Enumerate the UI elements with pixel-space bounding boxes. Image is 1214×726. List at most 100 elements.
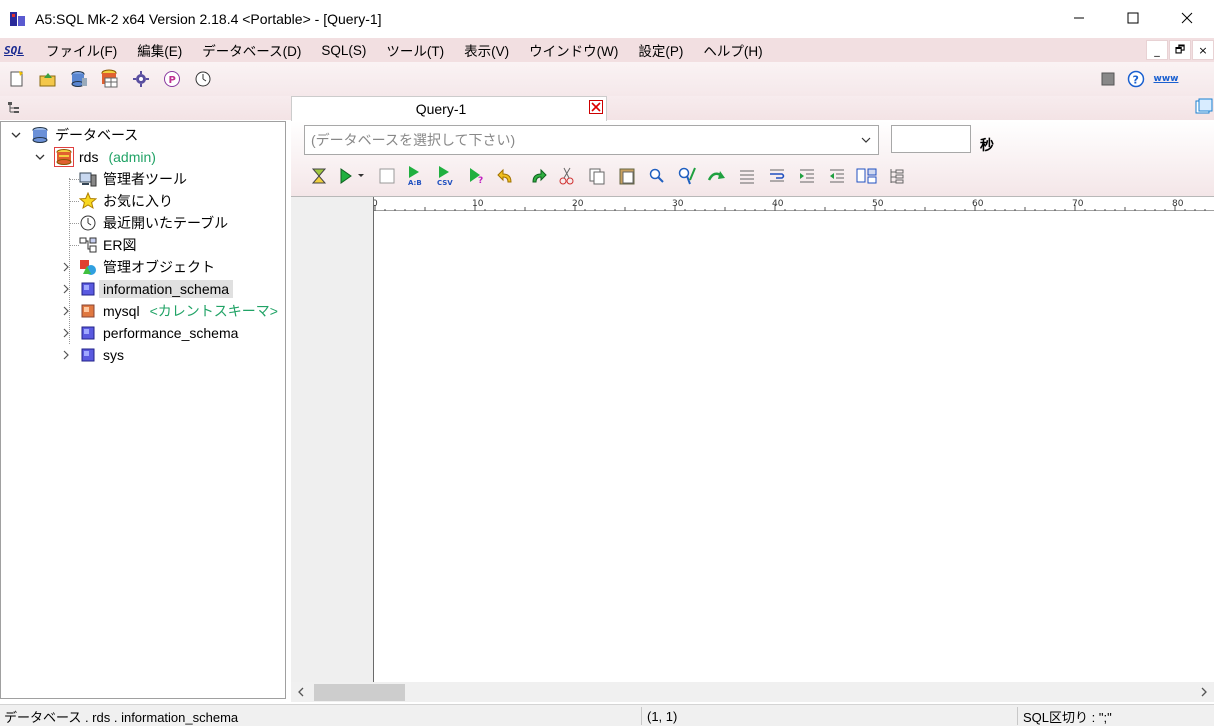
new-file-icon: [10, 71, 23, 87]
explain-button[interactable]: ?: [466, 165, 488, 187]
menu-file[interactable]: ファイル(F): [36, 38, 127, 62]
database-select[interactable]: (データベースを選択して下さい): [304, 125, 879, 155]
stop-all-button[interactable]: [1096, 68, 1120, 90]
tree-node-databases[interactable]: データベース: [9, 124, 138, 146]
tree-node-recent-tables[interactable]: 最近開いたテーブル: [79, 212, 228, 234]
tab-close-button[interactable]: [589, 100, 603, 114]
scroll-left-button[interactable]: [291, 682, 311, 702]
svg-text:?: ?: [478, 176, 483, 186]
tree-node-connection[interactable]: rds (admin): [33, 146, 156, 168]
query-builder-button[interactable]: [856, 165, 878, 187]
tree-node-schema-performance[interactable]: performance_schema: [59, 322, 238, 344]
current-schema-badge: <カレントスキーマ>: [149, 303, 278, 319]
chevron-down-icon[interactable]: [9, 128, 23, 142]
chevron-right-icon[interactable]: [59, 348, 73, 362]
options-button[interactable]: [130, 68, 152, 90]
chevron-right-icon[interactable]: [59, 304, 73, 318]
admin-tools-icon: [79, 170, 97, 188]
tree-node-favorites[interactable]: お気に入り: [79, 190, 173, 212]
tab-label: Query-1: [415, 101, 467, 117]
menu-window[interactable]: ウインドウ(W): [519, 38, 628, 62]
replace-button[interactable]: [676, 165, 698, 187]
tree-node-admin-tools[interactable]: 管理者ツール: [79, 168, 187, 190]
search-icon: [649, 168, 664, 183]
history-button[interactable]: [192, 68, 214, 90]
timeout-input[interactable]: [891, 125, 971, 153]
menu-edit[interactable]: 編集(E): [127, 38, 192, 62]
chevron-right-icon[interactable]: [59, 326, 73, 340]
mdi-restore-button[interactable]: 🗗: [1169, 40, 1191, 60]
minimize-button[interactable]: [1052, 0, 1106, 36]
align-button[interactable]: [736, 165, 758, 187]
schema-icon: [79, 346, 97, 364]
tree-node-schema-mysql[interactable]: mysql <カレントスキーマ>: [59, 300, 278, 322]
clock-icon: [79, 214, 97, 232]
sql-template-button[interactable]: [308, 165, 330, 187]
export-csv-button[interactable]: CSV: [436, 165, 458, 187]
new-tab-icon[interactable]: [1194, 97, 1214, 117]
wrap-icon: [770, 169, 785, 182]
tree-node-schema-information[interactable]: information_schema: [59, 278, 234, 300]
chevron-right-icon[interactable]: [59, 260, 73, 274]
ruler-label: 20: [572, 199, 584, 209]
close-button[interactable]: [1160, 0, 1214, 36]
indent-button[interactable]: [796, 165, 818, 187]
scroll-right-button[interactable]: [1194, 682, 1214, 702]
ruler-label: 40: [772, 199, 784, 209]
indent-icon: [800, 169, 814, 183]
redo-button[interactable]: [526, 165, 548, 187]
find-next-button[interactable]: [706, 165, 728, 187]
open-button[interactable]: [37, 68, 59, 90]
website-button[interactable]: www: [1152, 68, 1180, 90]
sql-editor[interactable]: 0 10 20 30 40 50 60 70 80: [291, 196, 1214, 683]
chevron-down-icon[interactable]: [33, 150, 47, 164]
db-setting-button[interactable]: [99, 68, 121, 90]
run-button[interactable]: [338, 165, 368, 187]
tree-toggle-icon[interactable]: [6, 100, 22, 116]
database-tree: データベース rds (admin) 管理者ツール お気に入り 最近開いたテーブ…: [0, 121, 286, 699]
sql-logo-icon[interactable]: SQL: [4, 41, 28, 59]
run-to-ab-button[interactable]: A:B: [406, 165, 428, 187]
chevron-down-icon: [861, 137, 871, 143]
copy-button[interactable]: [586, 165, 608, 187]
chevron-left-icon: [298, 687, 304, 697]
mdi-close-button[interactable]: ×: [1192, 40, 1214, 60]
tab-query-1[interactable]: Query-1: [291, 96, 607, 121]
status-sql-delimiter: SQL区切り : ";": [1023, 709, 1112, 725]
managed-objects-icon: [79, 258, 97, 276]
mdi-minimize-button[interactable]: _: [1146, 40, 1168, 60]
tree-node-schema-sys[interactable]: sys: [59, 344, 124, 366]
scroll-thumb[interactable]: [314, 684, 405, 701]
cut-button[interactable]: [556, 165, 578, 187]
explain-icon: ?: [470, 168, 483, 186]
schema-icon: [79, 280, 97, 298]
find-button[interactable]: [646, 165, 668, 187]
wrap-button[interactable]: [766, 165, 788, 187]
maximize-button[interactable]: [1106, 0, 1160, 36]
unindent-button[interactable]: [826, 165, 848, 187]
plugin-button[interactable]: P: [161, 68, 183, 90]
help-button[interactable]: ?: [1124, 68, 1148, 90]
tree-node-er-diagram[interactable]: ER図: [79, 234, 136, 256]
menu-help[interactable]: ヘルプ(H): [693, 38, 772, 62]
stop-button[interactable]: [376, 165, 398, 187]
paste-button[interactable]: [616, 165, 638, 187]
menu-view[interactable]: 表示(V): [454, 38, 519, 62]
tree-label: お気に入り: [103, 193, 173, 209]
menu-sql[interactable]: SQL(S): [311, 38, 376, 62]
horizontal-scrollbar[interactable]: [291, 682, 1214, 702]
ruler-label: 50: [872, 199, 884, 209]
chevron-right-icon[interactable]: [59, 282, 73, 296]
menu-database[interactable]: データベース(D): [192, 38, 311, 62]
menu-tools[interactable]: ツール(T): [376, 38, 454, 62]
menu-settings[interactable]: 設定(P): [628, 38, 693, 62]
new-file-button[interactable]: [6, 68, 28, 90]
undo-button[interactable]: [496, 165, 518, 187]
main-toolbar: P ? www: [0, 62, 1214, 96]
outline-button[interactable]: [886, 165, 908, 187]
tree-node-managed-objects[interactable]: 管理オブジェクト: [59, 256, 215, 278]
undo-icon: [497, 168, 512, 183]
database-button[interactable]: [68, 68, 90, 90]
status-separator: [641, 707, 642, 725]
databases-icon: [31, 126, 49, 144]
